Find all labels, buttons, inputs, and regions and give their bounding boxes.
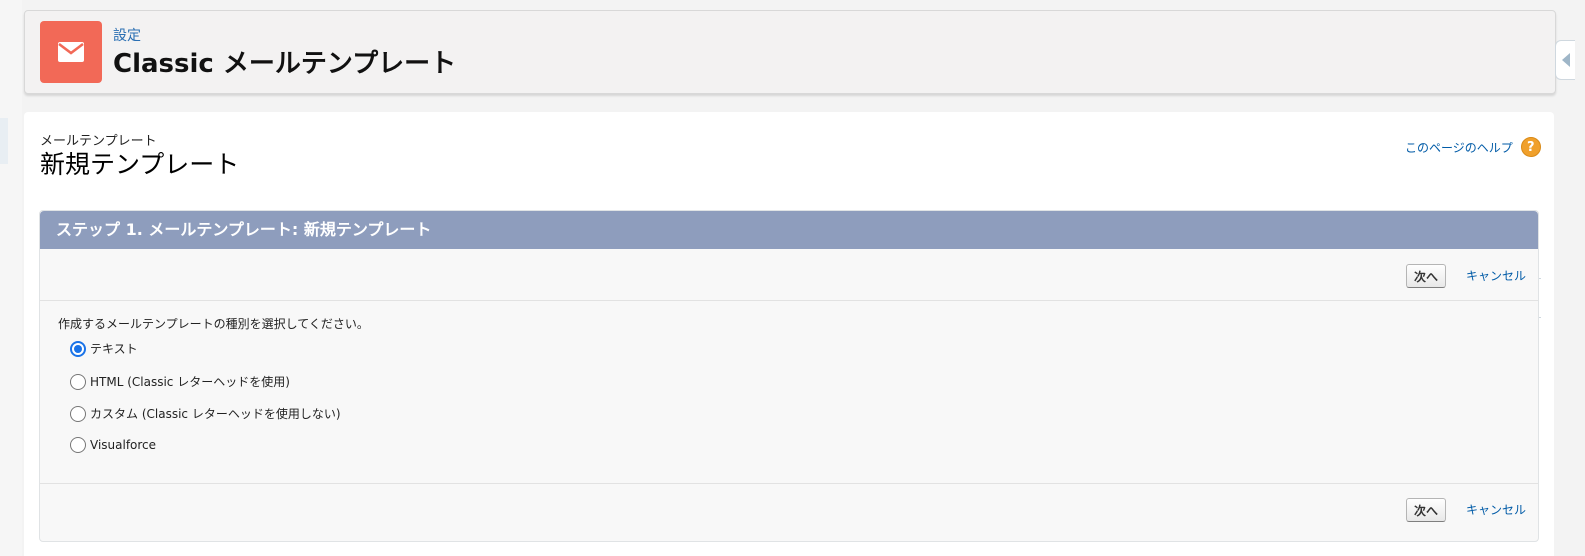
radio-button[interactable] [70,340,86,357]
radio-label: Visualforce [90,438,157,452]
divider [40,483,1538,484]
radio-label: テキスト [90,342,138,356]
help-link-label[interactable]: このページのヘルプ [1405,139,1513,156]
radio-option-html[interactable]: HTML (Classic レターヘッドを使用) [70,373,290,390]
page-header-title: Classic メールテンプレート [113,49,457,79]
radio-button[interactable] [70,405,86,422]
right-collapse-tab-top[interactable] [1555,40,1575,80]
breadcrumb[interactable]: 設定 [113,25,141,45]
cancel-link-bottom[interactable]: キャンセル [1466,501,1526,518]
next-button-bottom[interactable]: 次へ [1406,498,1447,522]
radio-option-text[interactable]: テキスト [70,340,138,357]
radio-label: HTML (Classic レターヘッドを使用) [90,375,290,389]
left-edge-marker [0,118,8,164]
help-link[interactable]: このページのヘルプ ? [1405,137,1541,157]
step-header: ステップ 1. メールテンプレート: 新規テンプレート [40,211,1538,249]
radio-button[interactable] [70,437,86,453]
next-button-top[interactable]: 次へ [1406,264,1447,288]
cancel-link-top[interactable]: キャンセル [1466,267,1526,284]
radio-button[interactable] [70,373,86,390]
radio-label: カスタム (Classic レターヘッドを使用しない) [90,407,341,421]
page-title: 新規テンプレート [40,150,240,179]
step-panel: ステップ 1. メールテンプレート: 新規テンプレート 次へ キャンセル 作成す… [39,210,1539,542]
radio-option-visualforce[interactable]: Visualforce [70,437,156,453]
template-type-prompt: 作成するメールテンプレートの種別を選択してください。 [58,317,369,331]
envelope-icon [40,21,102,83]
radio-option-custom[interactable]: カスタム (Classic レターヘッドを使用しない) [70,405,341,422]
question-icon[interactable]: ? [1520,137,1541,157]
chevron-left-icon [1561,53,1570,67]
setup-header: 設定 Classic メールテンプレート [24,10,1556,94]
left-edge-strip [0,0,22,556]
divider [40,300,1538,301]
